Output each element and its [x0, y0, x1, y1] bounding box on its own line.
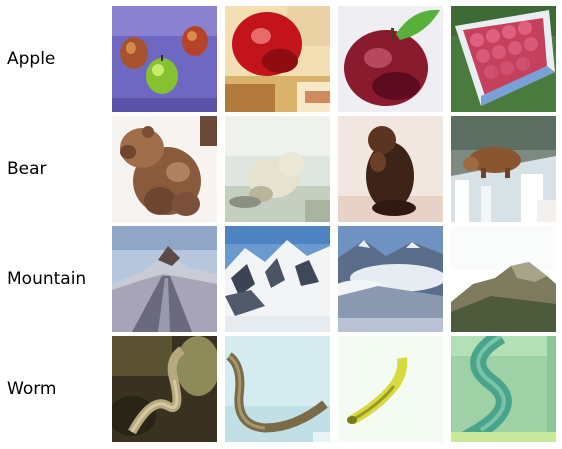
bear-image-1 [112, 116, 217, 222]
image-row-apple: Apple [0, 6, 562, 112]
worm-image-2 [225, 336, 330, 442]
bear-image-4 [451, 116, 556, 222]
worm-image-3 [338, 336, 443, 442]
row-label-bear: Bear [7, 159, 47, 179]
image-row-bear: Bear [0, 116, 562, 222]
worm-image-4 [451, 336, 556, 442]
bear-image-3 [338, 116, 443, 222]
row-label-apple: Apple [7, 49, 56, 69]
bear-image-2 [225, 116, 330, 222]
row-label-worm: Worm [7, 379, 57, 399]
mountain-image-1 [112, 226, 217, 332]
image-row-worm: Worm [0, 336, 562, 442]
apple-image-4 [451, 6, 556, 112]
apple-image-2 [225, 6, 330, 112]
apple-image-1 [112, 6, 217, 112]
row-label-mountain: Mountain [7, 269, 87, 289]
mountain-image-4 [451, 226, 556, 332]
mountain-image-2 [225, 226, 330, 332]
image-row-mountain: Mountain [0, 226, 562, 332]
mountain-image-3 [338, 226, 443, 332]
worm-image-1 [112, 336, 217, 442]
apple-image-3 [338, 6, 443, 112]
